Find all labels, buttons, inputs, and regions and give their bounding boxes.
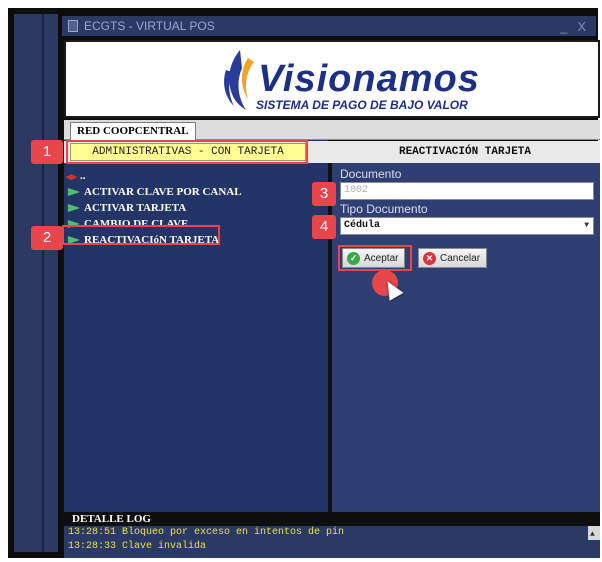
green-flag-icon [68,204,80,212]
cancel-icon: ✕ [423,251,436,265]
log-line: 13:28:51 Bloqueo por exceso en intentos … [68,527,345,538]
green-flag-icon [68,188,80,196]
log-scrollbar[interactable]: ▲ [588,526,600,540]
callout-3: 3 [312,182,336,206]
menu-item-activar-tarjeta[interactable]: ACTIVAR TARJETA [66,200,326,216]
menu-item-activar-clave[interactable]: ACTIVAR CLAVE POR CANAL [66,184,326,200]
menu-item-label: ACTIVAR CLAVE POR CANAL [84,186,242,198]
highlight-outline-accept [338,245,412,271]
app-icon [68,20,78,32]
strip-line [42,14,44,552]
documento-field[interactable]: 1002 [340,182,594,200]
cancel-button[interactable]: ✕ Cancelar [418,248,488,268]
tab-strip: RED COOPCENTRAL [64,120,600,140]
chevron-down-icon: ▼ [584,221,589,230]
tipo-documento-value: Cédula [344,220,381,231]
log-panel: 13:28:51 Bloqueo por exceso en intentos … [64,526,600,558]
documento-label: Documento [340,167,402,181]
scroll-up-icon[interactable]: ▲ [590,528,595,542]
cancel-label: Cancelar [440,252,481,264]
desktop-strip [14,14,58,552]
menu-item-label: ACTIVAR TARJETA [84,202,187,214]
window-titlebar[interactable]: ECGTS - VIRTUAL POS _ X [62,16,596,36]
back-arrow-icon: ◂▸ [66,170,78,183]
logo-wordmark: Visionamos [258,58,480,100]
highlight-outline-1 [66,140,308,164]
callout-4: 4 [312,215,336,239]
tipo-documento-select[interactable]: Cédula ▼ [340,217,594,235]
tipo-documento-label: Tipo Documento [340,202,428,216]
callout-2: 2 [31,226,63,250]
log-title: DETALLE LOG [64,512,600,526]
close-button[interactable]: X [577,19,586,34]
log-line: 13:28:33 Clave invalida [68,541,207,552]
tab-red-coopcentral[interactable]: RED COOPCENTRAL [70,122,196,140]
highlight-outline-2 [62,225,220,245]
right-panel-title: REACTIVACIÓN TARJETA [398,146,532,158]
menu-back-item[interactable]: ◂▸ .. [66,168,326,184]
callout-1: 1 [31,140,63,164]
menu-back-label: .. [80,170,86,182]
logo-banner: Visionamos SISTEMA DE PAGO DE BAJO VALOR [64,40,600,118]
minimize-button[interactable]: _ [560,19,567,34]
window-title: ECGTS - VIRTUAL POS [84,19,215,33]
logo-subtitle: SISTEMA DE PAGO DE BAJO VALOR [256,98,468,112]
